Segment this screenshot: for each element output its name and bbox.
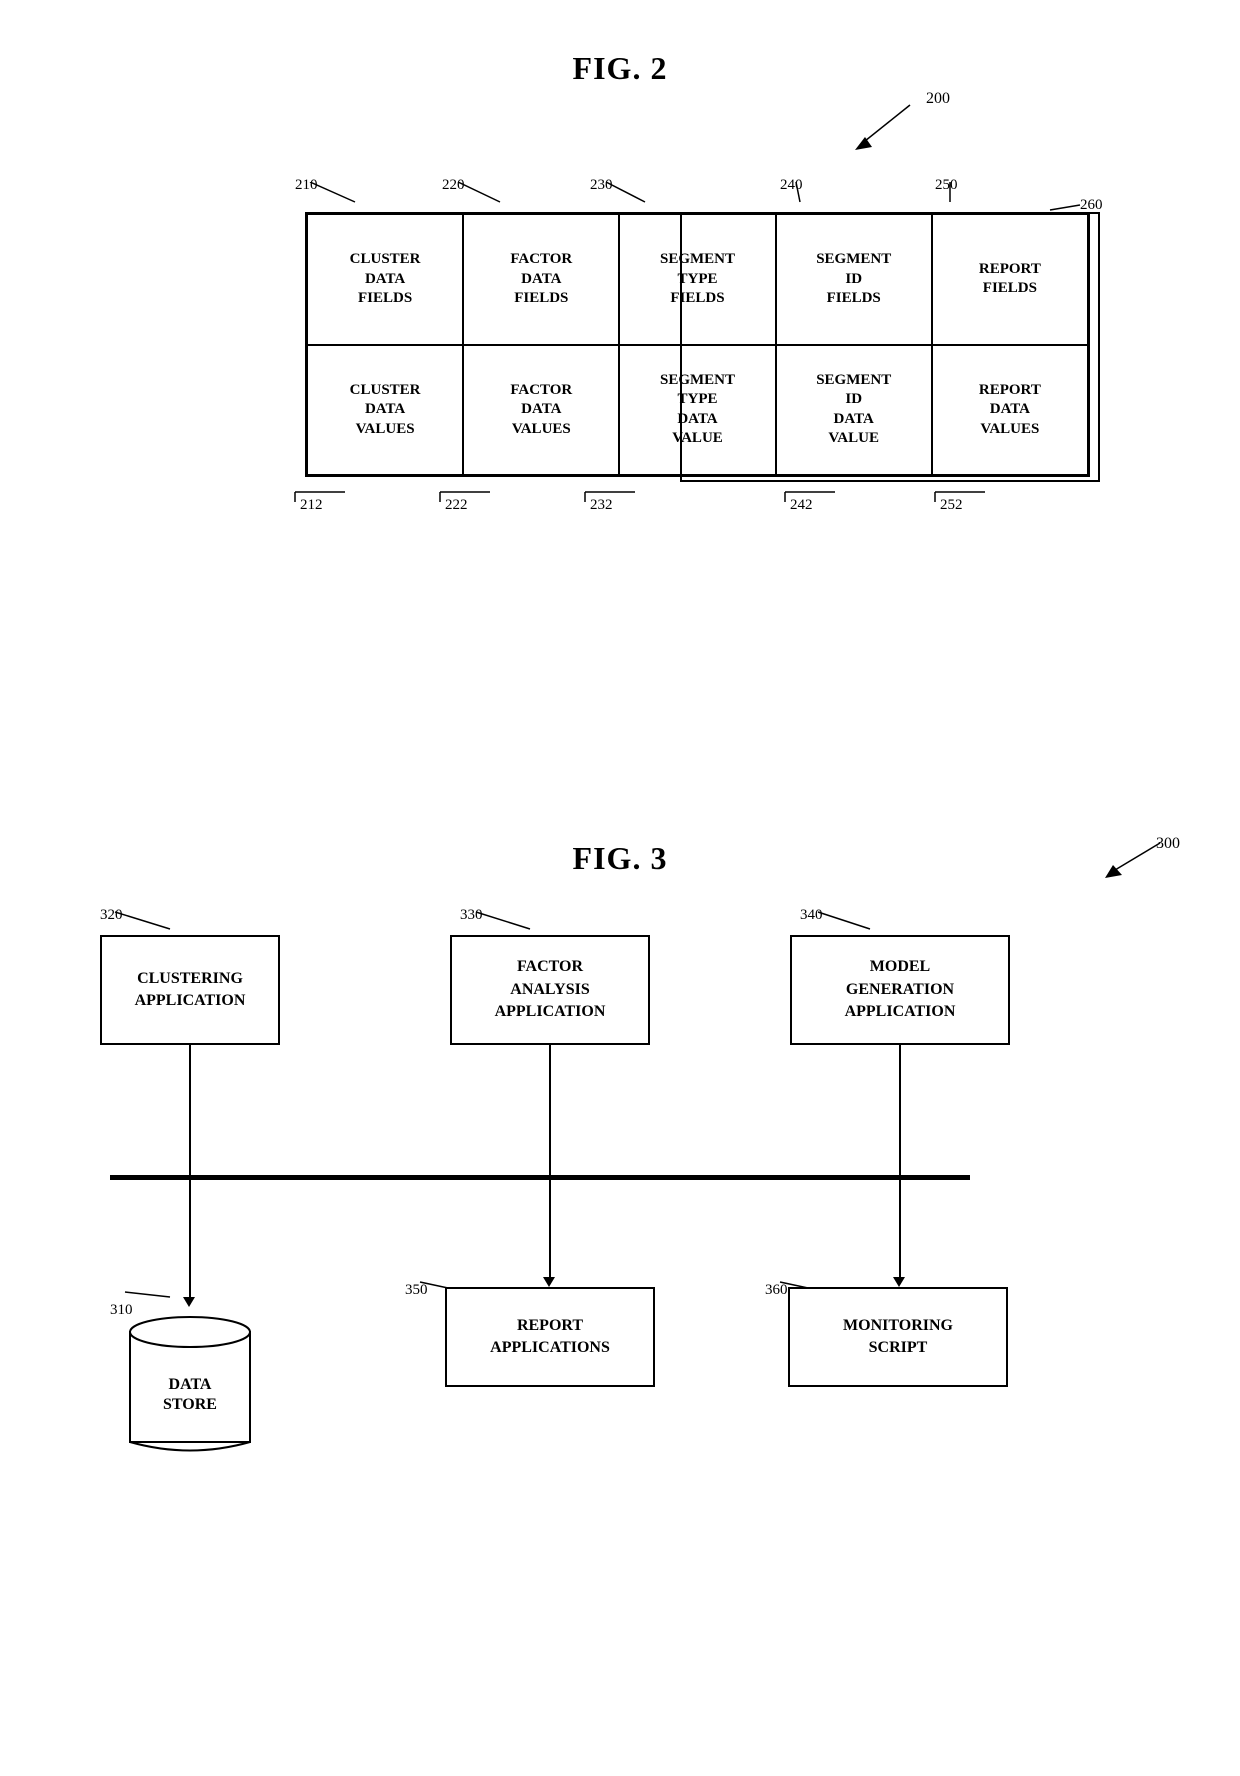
cell-cluster-data-fields: CLUSTERDATAFIELDS <box>307 214 463 345</box>
model-generation-box: MODELGENERATIONAPPLICATION <box>790 935 1010 1045</box>
cylinder-svg: DATA STORE <box>120 1307 260 1467</box>
ref-arrows-fig2 <box>290 182 1110 212</box>
ref-212: 212 <box>300 497 323 514</box>
bus-line <box>110 1175 970 1180</box>
ref-arrows-fig3 <box>70 907 1170 937</box>
ref-222: 222 <box>445 497 468 514</box>
data-store-cylinder: DATA STORE <box>120 1307 260 1472</box>
line-bus-to-report <box>549 1180 551 1280</box>
ref-300-area: 300 <box>1080 835 1180 890</box>
monitoring-script-box: MONITORINGSCRIPT <box>788 1287 1008 1387</box>
svg-text:STORE: STORE <box>163 1396 217 1413</box>
fig3-diagram: 320 330 340 CLUSTERINGAPPLICATION FACTOR… <box>70 907 1170 1627</box>
line-clustering-to-bus <box>189 1045 191 1175</box>
ref-242: 242 <box>790 497 813 514</box>
svg-text:DATA: DATA <box>169 1376 212 1393</box>
fig2-title: FIG. 2 <box>0 0 1240 87</box>
report-applications-box: REPORTAPPLICATIONS <box>445 1287 655 1387</box>
ref-200: 200 <box>926 90 950 108</box>
ref-232-area: 232 <box>580 487 660 517</box>
cell-report-data-values: REPORTDATAVALUES <box>932 345 1088 476</box>
ref-232: 232 <box>590 497 613 514</box>
cell-cluster-data-values: CLUSTERDATAVALUES <box>307 345 463 476</box>
ref-300: 300 <box>1156 835 1180 853</box>
cell-report-fields: REPORTFIELDS <box>932 214 1088 345</box>
ref-222-area: 222 <box>435 487 515 517</box>
ref-252: 252 <box>940 497 963 514</box>
clustering-application-box: CLUSTERINGAPPLICATION <box>100 935 280 1045</box>
cell-segment-type-fields: SEGMENTTYPEFIELDS <box>619 214 775 345</box>
fig3-title: FIG. 3 <box>0 810 1240 877</box>
fig3-section: FIG. 3 300 320 330 340 CLUSTERINGAPPLICA… <box>0 810 1240 1627</box>
ref-252-area: 252 <box>930 487 1010 517</box>
factor-analysis-box: FACTORANALYSISAPPLICATION <box>450 935 650 1045</box>
cell-segment-type-data-value: SEGMENTTYPEDATAVALUE <box>619 345 775 476</box>
data-table: CLUSTERDATAFIELDS FACTORDATAFIELDS SEGME… <box>305 212 1090 477</box>
cell-factor-data-values: FACTORDATAVALUES <box>463 345 619 476</box>
line-bus-to-monitoring <box>899 1180 901 1280</box>
ref-260-line <box>1040 195 1090 215</box>
cell-segment-id-data-value: SEGMENTIDDATAVALUE <box>776 345 932 476</box>
ref-242-area: 242 <box>780 487 860 517</box>
cell-factor-data-fields: FACTORDATAFIELDS <box>463 214 619 345</box>
line-model-to-bus <box>899 1045 901 1175</box>
line-factor-to-bus <box>549 1045 551 1175</box>
cell-segment-id-fields: SEGMENTIDFIELDS <box>776 214 932 345</box>
ref-212-area: 212 <box>290 487 370 517</box>
